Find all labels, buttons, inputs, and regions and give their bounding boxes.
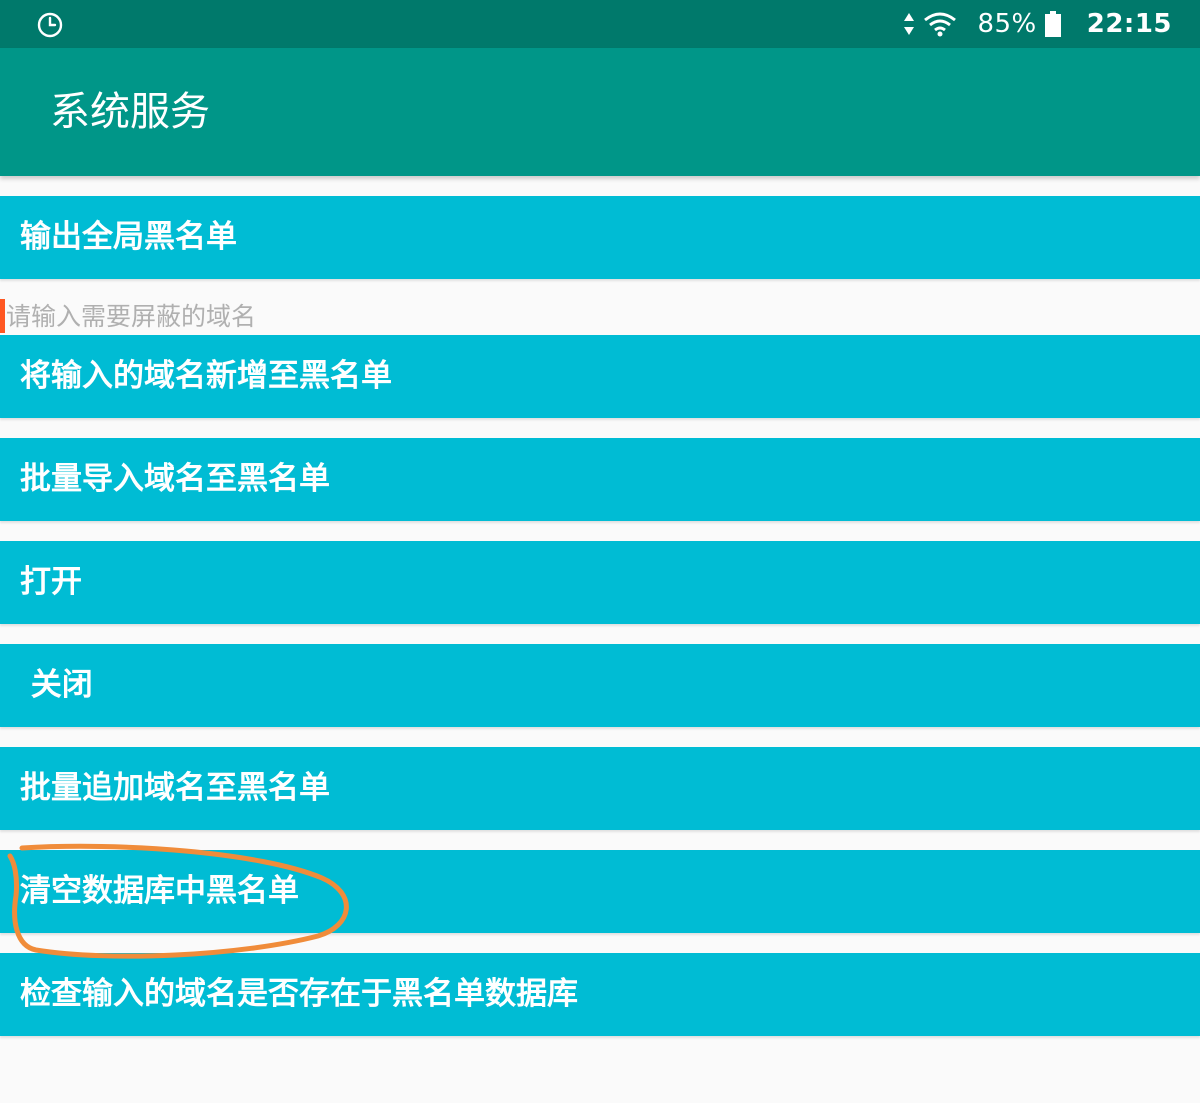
battery-percent: 85% xyxy=(977,9,1037,39)
status-bar: 85% 22:15 xyxy=(0,0,1200,48)
check-domain-button[interactable]: 检查输入的域名是否存在于黑名单数据库 xyxy=(0,953,1200,1036)
close-button[interactable]: 关闭 xyxy=(0,644,1200,727)
clear-database-button[interactable]: 清空数据库中黑名单 xyxy=(0,850,1200,933)
wifi-icon xyxy=(924,12,957,37)
app-bar: 系统服务 xyxy=(0,48,1200,176)
status-indicators: 85% 22:15 xyxy=(903,0,1172,48)
status-time: 22:15 xyxy=(1086,9,1172,39)
data-arrows-icon xyxy=(904,13,915,35)
battery-icon xyxy=(1044,11,1061,37)
export-blacklist-button[interactable]: 输出全局黑名单 xyxy=(0,196,1200,279)
domain-input[interactable] xyxy=(0,297,1200,335)
batch-append-button[interactable]: 批量追加域名至黑名单 xyxy=(0,747,1200,830)
open-button[interactable]: 打开 xyxy=(0,541,1200,624)
batch-import-button[interactable]: 批量导入域名至黑名单 xyxy=(0,438,1200,521)
page-title: 系统服务 xyxy=(50,89,210,135)
clock-icon xyxy=(37,12,63,38)
add-domain-button[interactable]: 将输入的域名新增至黑名单 xyxy=(0,335,1200,418)
